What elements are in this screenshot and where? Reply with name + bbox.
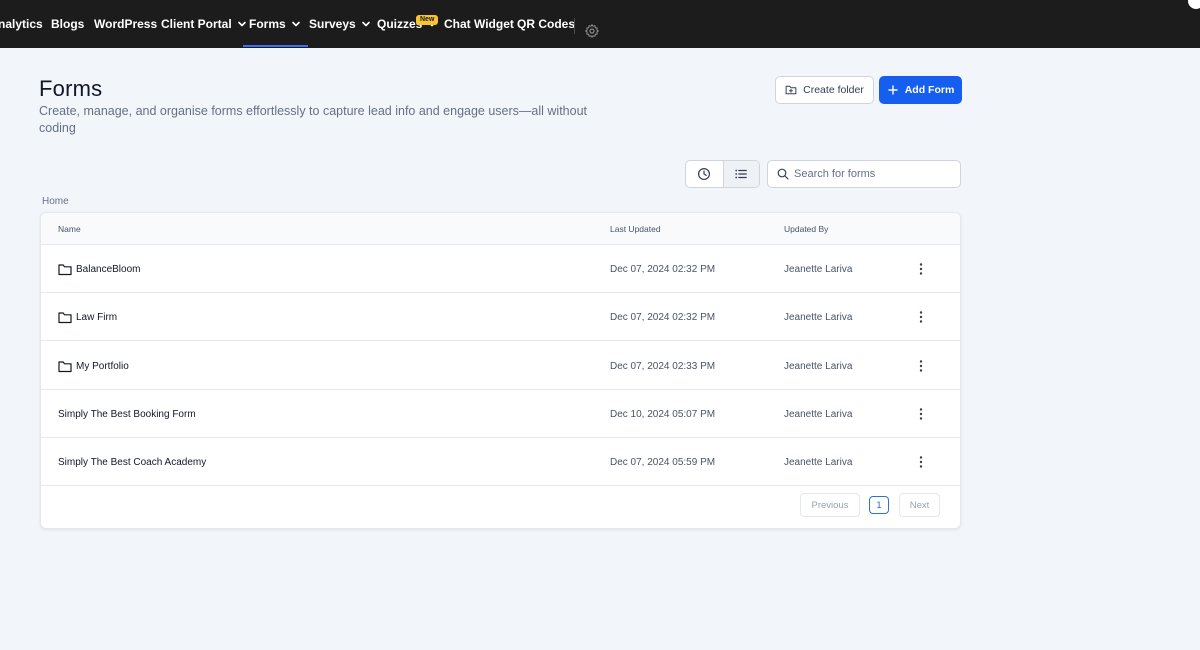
row-last-updated: Dec 07, 2024 02:32 PM	[610, 311, 716, 323]
view-toggle	[685, 160, 760, 188]
plus-icon	[888, 85, 898, 95]
table-row[interactable]: Simply The Best Coach Academy Dec 07, 20…	[41, 438, 960, 486]
kebab-menu-icon	[919, 456, 923, 468]
previous-page-button[interactable]: Previous	[800, 493, 860, 517]
search-icon	[777, 168, 789, 180]
nav-item-client-portal[interactable]: Client Portal	[161, 0, 248, 48]
gear-icon[interactable]	[584, 23, 600, 39]
chevron-down-icon	[237, 21, 246, 27]
table-row[interactable]: Simply The Best Booking Form Dec 10, 202…	[41, 390, 960, 438]
nav-item-qr-codes[interactable]: QR Codes	[517, 0, 575, 48]
page-subtitle: Create, manage, and organise forms effor…	[39, 104, 588, 135]
forms-table: Name Last Updated Updated By BalanceBloo…	[40, 212, 961, 529]
table-row[interactable]: Law Firm Dec 07, 2024 02:32 PM Jeanette …	[41, 293, 960, 341]
more-options-button[interactable]	[913, 358, 929, 374]
search-input[interactable]	[794, 168, 954, 180]
clock-icon	[698, 167, 711, 181]
kebab-menu-icon	[919, 408, 923, 420]
row-name[interactable]: Simply The Best Coach Academy	[58, 438, 206, 486]
row-last-updated: Dec 10, 2024 05:07 PM	[610, 408, 716, 420]
column-header-updated-by[interactable]: Updated By	[784, 213, 828, 245]
row-name[interactable]: BalanceBloom	[58, 245, 140, 293]
nav-item-forms[interactable]: Forms	[243, 0, 308, 48]
row-updated-by: Jeanette Lariva	[784, 263, 853, 275]
list-view-button[interactable]	[722, 161, 759, 187]
row-updated-by: Jeanette Lariva	[784, 311, 853, 323]
row-name[interactable]: Simply The Best Booking Form	[58, 390, 196, 438]
add-form-button[interactable]: Add Form	[879, 76, 962, 104]
search-box	[767, 160, 961, 188]
chevron-down-icon	[291, 21, 300, 27]
nav-item-chat-widget[interactable]: Chat Widget	[444, 0, 514, 48]
more-options-button[interactable]	[913, 454, 929, 470]
nav-item-surveys[interactable]: Surveys	[309, 0, 372, 48]
row-last-updated: Dec 07, 2024 02:33 PM	[610, 360, 716, 372]
column-header-name[interactable]: Name	[58, 213, 81, 245]
row-updated-by: Jeanette Lariva	[784, 456, 853, 468]
row-updated-by: Jeanette Lariva	[784, 360, 853, 372]
row-name[interactable]: My Portfolio	[58, 342, 129, 390]
chevron-down-icon	[361, 21, 370, 27]
row-last-updated: Dec 07, 2024 02:32 PM	[610, 263, 716, 275]
folder-icon	[58, 311, 72, 323]
page-number-button[interactable]: 1	[869, 496, 889, 514]
more-options-button[interactable]	[913, 309, 929, 325]
folder-icon	[58, 263, 72, 275]
nav-divider	[574, 18, 575, 34]
top-nav-bar: nalytics Blogs WordPress Client Portal F…	[0, 0, 1200, 48]
nav-item-blogs[interactable]: Blogs	[51, 0, 84, 48]
kebab-menu-icon	[919, 311, 923, 323]
more-options-button[interactable]	[913, 261, 929, 277]
row-name[interactable]: Law Firm	[58, 293, 117, 341]
kebab-menu-icon	[919, 263, 923, 275]
next-page-button[interactable]: Next	[899, 493, 940, 517]
recent-view-button[interactable]	[686, 161, 723, 187]
table-row[interactable]: My Portfolio Dec 07, 2024 02:33 PM Jeane…	[41, 342, 960, 390]
nav-item-analytics[interactable]: nalytics	[0, 0, 43, 48]
row-updated-by: Jeanette Lariva	[784, 408, 853, 420]
table-row[interactable]: BalanceBloom Dec 07, 2024 02:32 PM Jeane…	[41, 245, 960, 293]
column-header-last-updated[interactable]: Last Updated	[610, 213, 661, 245]
folder-icon	[58, 360, 72, 372]
kebab-menu-icon	[919, 360, 923, 372]
create-folder-button[interactable]: Create folder	[775, 76, 874, 104]
page-title: Forms	[39, 76, 103, 101]
row-last-updated: Dec 07, 2024 05:59 PM	[610, 456, 716, 468]
list-icon	[735, 169, 748, 179]
breadcrumb[interactable]: Home	[42, 196, 69, 207]
avatar[interactable]	[1185, 0, 1200, 12]
more-options-button[interactable]	[913, 406, 929, 422]
folder-plus-icon	[785, 85, 797, 95]
table-header: Name Last Updated Updated By	[41, 213, 960, 245]
new-badge: New	[416, 15, 439, 25]
nav-item-wordpress[interactable]: WordPress	[94, 0, 157, 48]
